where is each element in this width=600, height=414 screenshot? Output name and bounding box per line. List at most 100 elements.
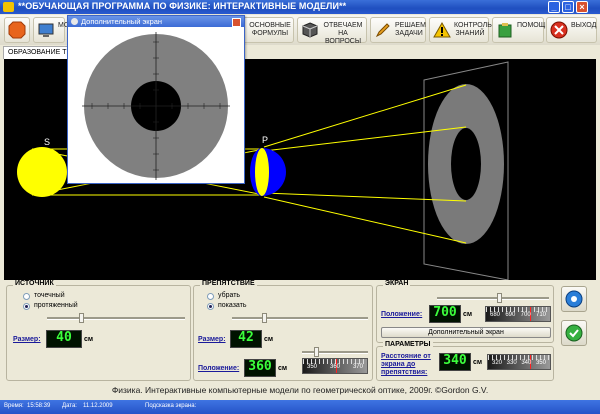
obstacle[interactable]	[255, 148, 269, 196]
play-button[interactable]	[561, 286, 587, 312]
minimize-button[interactable]: _	[548, 1, 560, 13]
footer-caption: Физика. Интерактивные компьютерные модел…	[111, 385, 489, 395]
screen-position-unit: см	[463, 311, 473, 318]
ruler-label: 690	[505, 312, 516, 318]
toolbar-item-label: ВЫХОД	[571, 22, 597, 29]
ruler-label: 330	[506, 360, 517, 366]
source-size-label: Размер:	[13, 336, 41, 343]
source-size-slider[interactable]	[47, 313, 185, 323]
ruler-label: 350	[307, 364, 318, 370]
distance-label: Расстояние от экрана до препятствия:	[381, 353, 431, 376]
extra-screen-canvas	[82, 32, 230, 180]
params-panel: ПАРАМЕТРЫ Расстояние от экрана до препят…	[376, 341, 554, 381]
obstacle-panel-title: ПРЕПЯТСТВИЕ	[200, 280, 257, 287]
screen-panel: ЭКРАН Положение: 700 см 680 690 700 710 …	[376, 280, 554, 343]
toolbar-item-tasks[interactable]: РЕШАЕМ ЗАДАЧИ	[370, 17, 426, 43]
screen-position-display: 700	[429, 305, 461, 323]
ruler-label: 320	[492, 360, 503, 366]
source-point-label: точечный	[34, 292, 65, 299]
obstacle-panel: ПРЕПЯТСТВИЕ убрать показать Размер: 42 с…	[193, 280, 373, 381]
ruler-label: 370	[352, 364, 363, 370]
status-hint-label: Подсказка экрана:	[145, 403, 197, 409]
exit-icon	[550, 21, 568, 39]
monitor-icon	[38, 23, 54, 37]
obstacle-position-slider[interactable]	[302, 347, 368, 357]
status-time-label: Время:	[4, 403, 24, 409]
toolbar-item-label: РЕШАЕМ ЗАДАЧИ	[395, 22, 426, 37]
toolbar-item-control[interactable]: КОНТРОЛЬ ЗНАНИЙ	[429, 17, 492, 43]
slider-thumb[interactable]	[79, 313, 84, 323]
screen-position-label: Положение:	[381, 311, 423, 318]
close-button[interactable]: ×	[576, 1, 588, 13]
ruler-label: 680	[490, 312, 501, 318]
toolbar-item-questions[interactable]: ОТВЕЧАЕМ НА ВОПРОСЫ	[297, 17, 367, 45]
obstacle-size-slider[interactable]	[232, 313, 368, 323]
window-title-bar[interactable]: **ОБУЧАЮЩАЯ ПРОГРАММА ПО ФИЗИКЕ: ИНТЕРАК…	[0, 0, 600, 14]
status-bar: Время: 15:58:39 Дата: 11.12.2009 Подсказ…	[0, 400, 600, 414]
toolbar-item-help[interactable]: ПОМОЩЬ	[492, 17, 550, 43]
checkmark-icon	[565, 324, 583, 342]
maximize-button[interactable]: □	[562, 1, 574, 13]
extra-screen-title: Дополнительный экран	[81, 17, 163, 26]
screen-umbra	[451, 128, 481, 200]
source-size-unit: см	[84, 336, 94, 343]
source-point-radio[interactable]	[23, 293, 30, 300]
distance-display: 340	[439, 353, 471, 371]
obstacle-position-unit: см	[278, 365, 288, 372]
screen-position-slider[interactable]	[437, 293, 549, 303]
ruler-label: 710	[535, 312, 546, 318]
distance-unit: см	[473, 359, 483, 366]
status-date: 11.12.2009	[83, 403, 113, 409]
toolbar-item-label: МО	[58, 22, 70, 29]
source-label: S	[44, 137, 50, 147]
help-icon	[498, 23, 512, 38]
toolbar-item-label: ПОМОЩЬ	[517, 22, 550, 29]
play-icon	[565, 290, 583, 308]
obstacle-position-display: 360	[244, 359, 276, 377]
apply-button[interactable]	[561, 320, 587, 346]
toolbar-item-mo[interactable]: МО	[33, 17, 70, 43]
cube-icon	[302, 22, 318, 38]
ruler-label: 700	[520, 312, 531, 318]
source-extended-label: протяженный	[34, 302, 78, 309]
extra-screen-close-icon[interactable]	[232, 18, 241, 27]
window-icon	[71, 18, 78, 25]
source-extended-radio[interactable]	[23, 303, 30, 310]
extra-screen-button[interactable]: Дополнительный экран	[381, 327, 551, 338]
source-size-display: 40	[46, 330, 82, 348]
toolbar-item-label: КОНТРОЛЬ ЗНАНИЙ	[454, 22, 492, 37]
home-octagon-icon	[8, 21, 26, 39]
extra-screen-window[interactable]: Дополнительный экран	[67, 15, 245, 184]
light-source[interactable]	[17, 147, 67, 197]
slider-thumb[interactable]	[314, 347, 319, 357]
screen-position-ruler: 680 690 700 710	[485, 306, 551, 322]
source-panel: ИСТОЧНИК точечный протяженный Размер: 40…	[6, 280, 191, 381]
warning-icon	[433, 21, 451, 38]
obstacle-size-display: 42	[230, 330, 262, 348]
obstacle-position-label: Положение:	[198, 365, 240, 372]
app-icon	[3, 2, 14, 12]
toolbar-item-exit[interactable]: ВЫХОД	[546, 17, 597, 43]
window-title: **ОБУЧАЮЩАЯ ПРОГРАММА ПО ФИЗИКЕ: ИНТЕРАК…	[18, 1, 347, 11]
obstacle-remove-label: убрать	[218, 292, 241, 299]
obstacle-position-ruler: 350 360 370	[302, 358, 368, 374]
ruler-label: 360	[329, 364, 340, 370]
ruler-label: 340	[521, 360, 532, 366]
obstacle-label: P	[262, 135, 268, 145]
status-date-label: Дата:	[62, 403, 77, 409]
extra-screen-title-bar[interactable]: Дополнительный экран	[68, 16, 244, 27]
slider-thumb[interactable]	[262, 313, 267, 323]
obstacle-remove-radio[interactable]	[207, 293, 214, 300]
obstacle-show-label: показать	[218, 302, 247, 309]
params-panel-title: ПАРАМЕТРЫ	[383, 341, 433, 348]
status-time: 15:58:39	[27, 403, 51, 409]
toolbar-item-label: ОСНОВНЫЕ ФОРМУЛЫ	[249, 22, 291, 37]
obstacle-show-radio[interactable]	[207, 303, 214, 310]
screen-panel-title: ЭКРАН	[383, 280, 411, 287]
slider-thumb[interactable]	[497, 293, 502, 303]
tab-formation[interactable]: ОБРАЗОВАНИЕ ТЕ	[3, 46, 77, 59]
source-panel-title: ИСТОЧНИК	[13, 280, 56, 287]
home-button[interactable]	[4, 17, 30, 43]
obstacle-size-label: Размер:	[198, 336, 226, 343]
ruler-label: 350	[535, 360, 546, 366]
